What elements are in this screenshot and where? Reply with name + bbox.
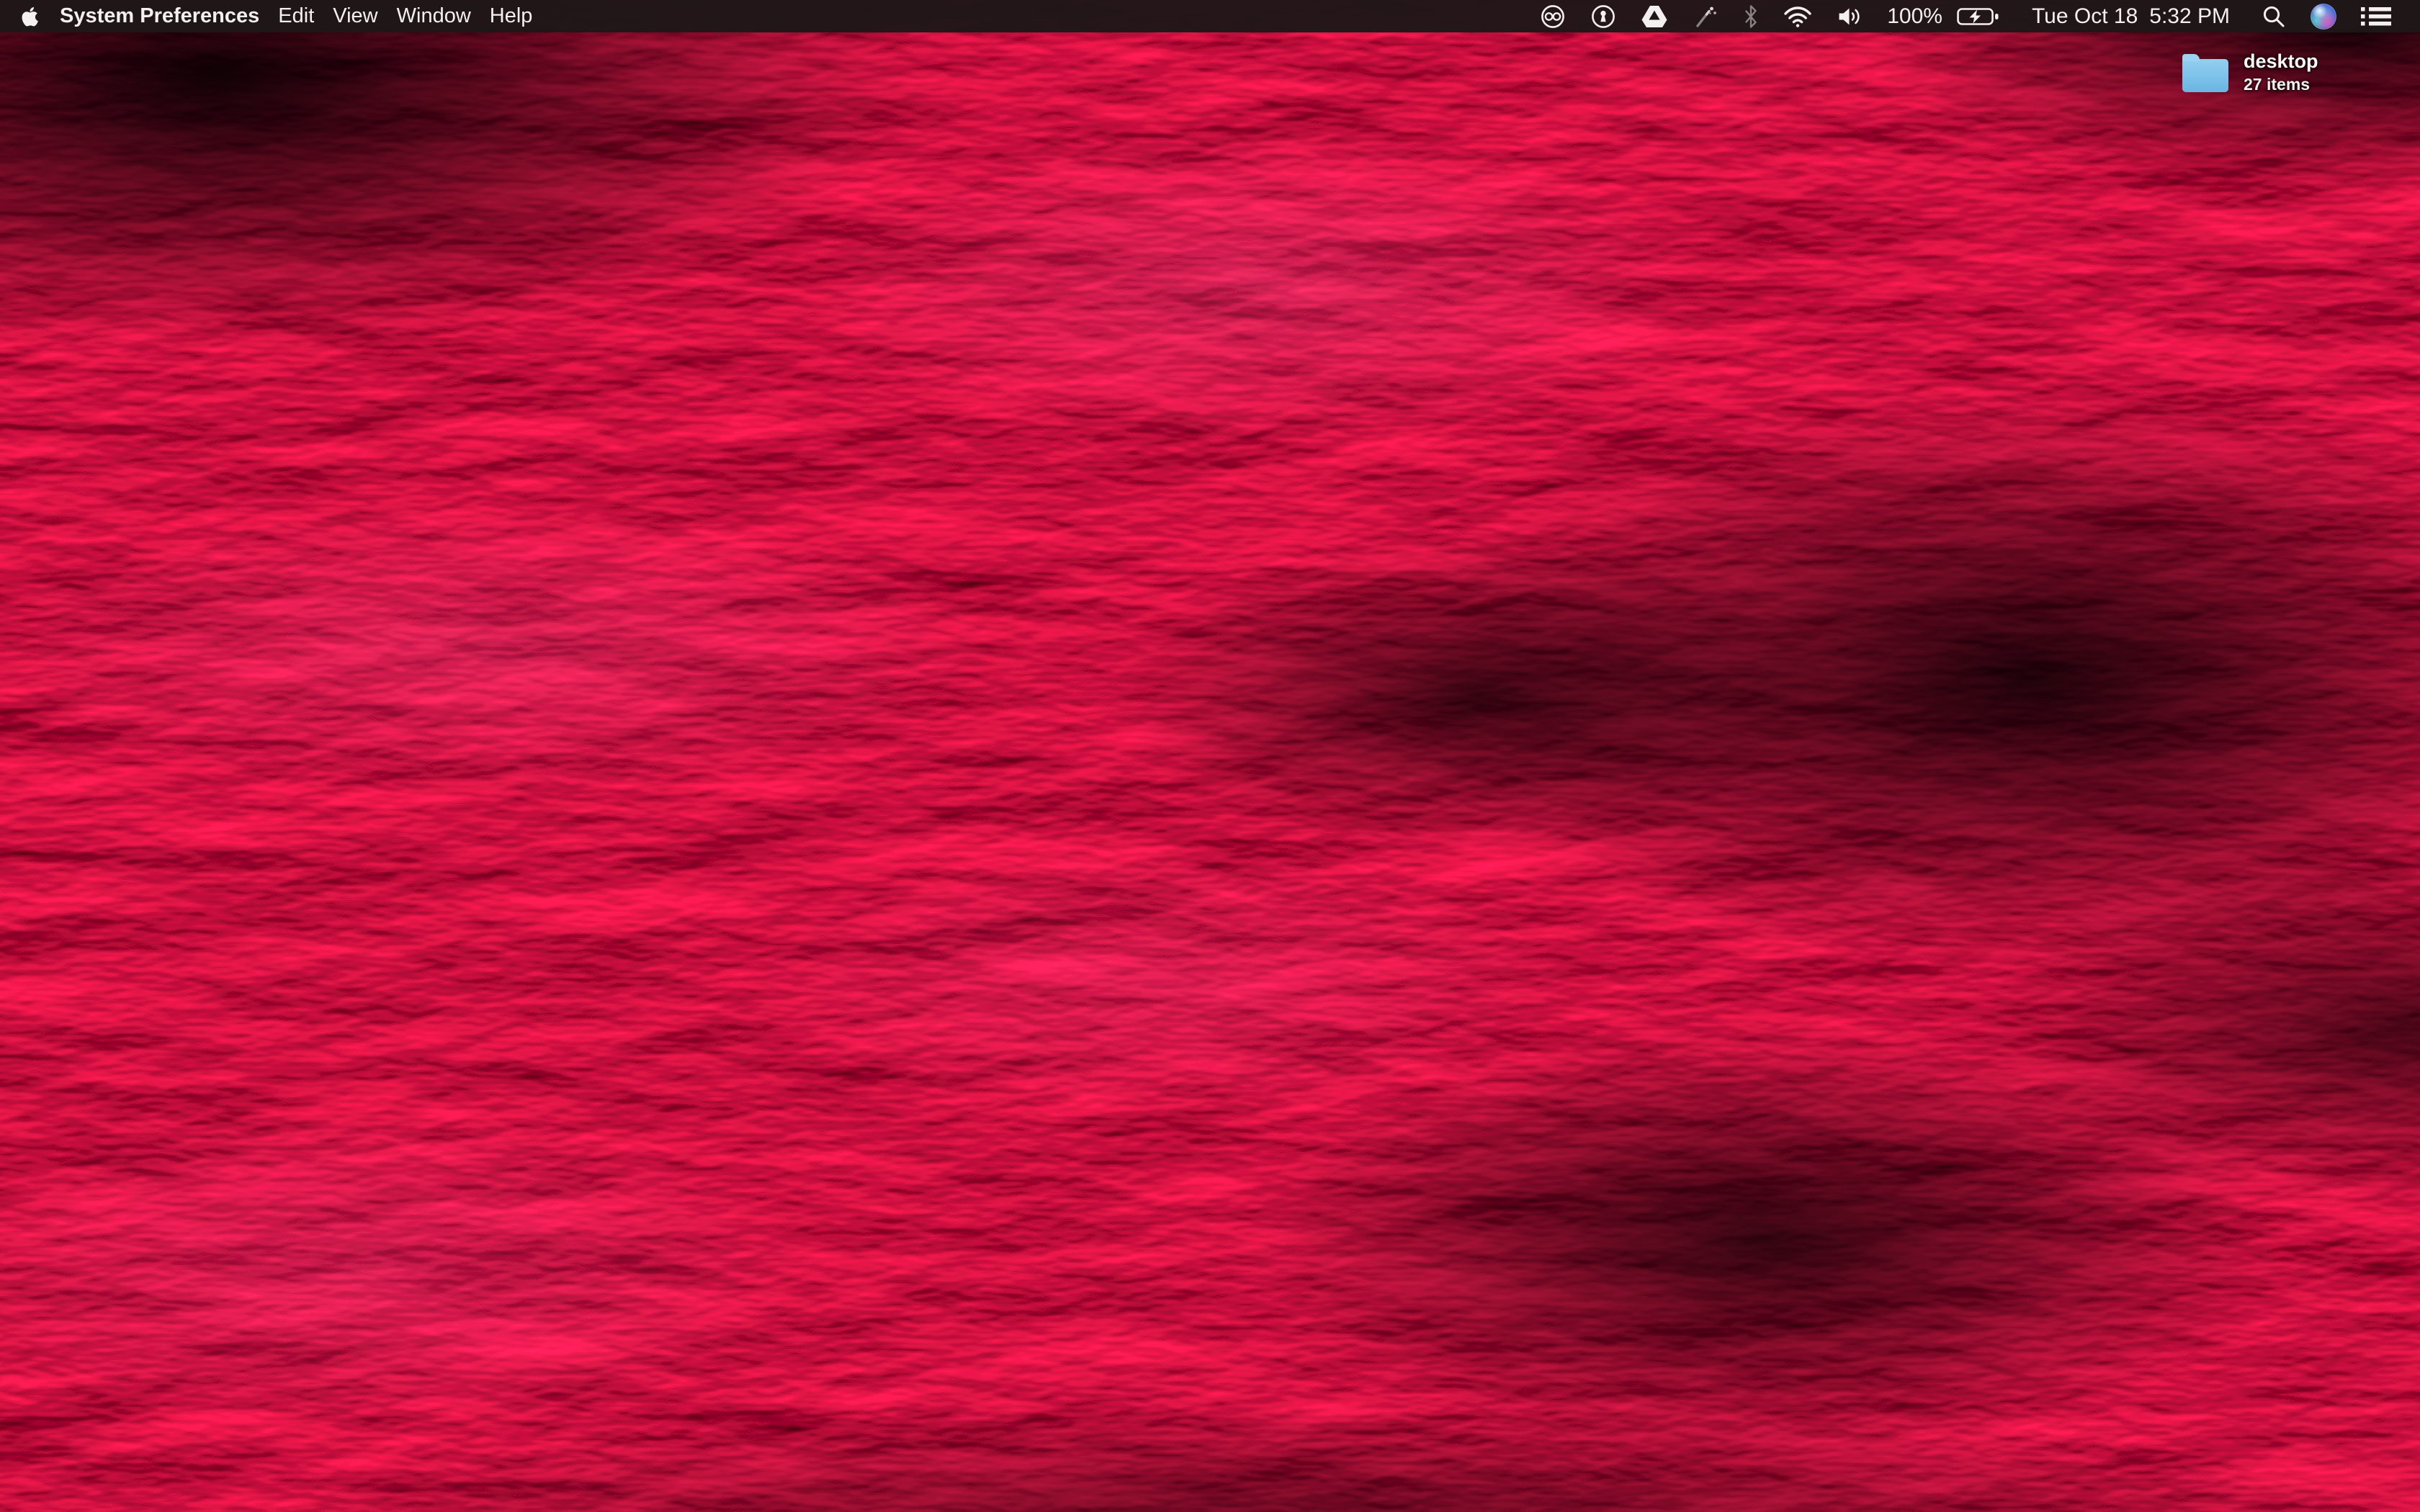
spotlight-icon (2262, 4, 2286, 29)
menubar-clock[interactable]: Tue Oct 18 5:32 PM (2032, 4, 2230, 29)
apple-menu-button[interactable] (22, 6, 38, 27)
menu-item-window[interactable]: Window (397, 0, 471, 32)
menu-bar: System Preferences Edit View Window Help (0, 0, 2420, 32)
apple-logo-icon (22, 6, 38, 27)
status-creative-cloud[interactable] (1540, 4, 1566, 30)
status-wifi[interactable] (1783, 5, 1812, 28)
battery-percentage: 100% (1887, 4, 1942, 29)
siri-icon (2311, 4, 2336, 30)
wallpaper-image (0, 0, 2420, 1512)
status-spotlight[interactable] (2262, 4, 2286, 29)
creative-cloud-icon (1540, 4, 1566, 30)
bluetooth-icon (1743, 4, 1759, 29)
wifi-icon (1783, 5, 1812, 28)
status-siri[interactable] (2311, 4, 2336, 30)
menu-item-edit[interactable]: Edit (278, 0, 314, 32)
menu-item-help[interactable]: Help (490, 0, 533, 32)
folder-item-count-label: 27 items (2244, 75, 2318, 94)
clock-time: 5:32 PM (2149, 4, 2230, 29)
desktop-folder[interactable]: desktop 27 items (2182, 50, 2318, 94)
google-drive-icon (1641, 4, 1668, 29)
notification-center-icon (2361, 6, 2391, 27)
battery-charging-icon (1957, 5, 2000, 28)
volume-icon (1837, 5, 1863, 28)
wand-icon (1693, 4, 1718, 30)
menu-item-view[interactable]: View (333, 0, 377, 32)
status-bluetooth[interactable] (1743, 4, 1759, 29)
status-notification-center[interactable] (2361, 6, 2391, 27)
app-menu-title[interactable]: System Preferences (60, 0, 259, 32)
folder-icon[interactable] (2182, 59, 2228, 92)
status-battery[interactable] (1957, 5, 2000, 28)
folder-name-label: desktop (2244, 50, 2318, 73)
status-wand[interactable] (1693, 4, 1718, 30)
status-volume[interactable] (1837, 5, 1863, 28)
status-onepassword[interactable] (1590, 4, 1616, 30)
onepassword-keyhole-icon (1590, 4, 1616, 30)
clock-date: Tue Oct 18 (2032, 4, 2138, 29)
desktop-background[interactable] (0, 0, 2420, 1512)
status-google-drive[interactable] (1641, 4, 1668, 29)
